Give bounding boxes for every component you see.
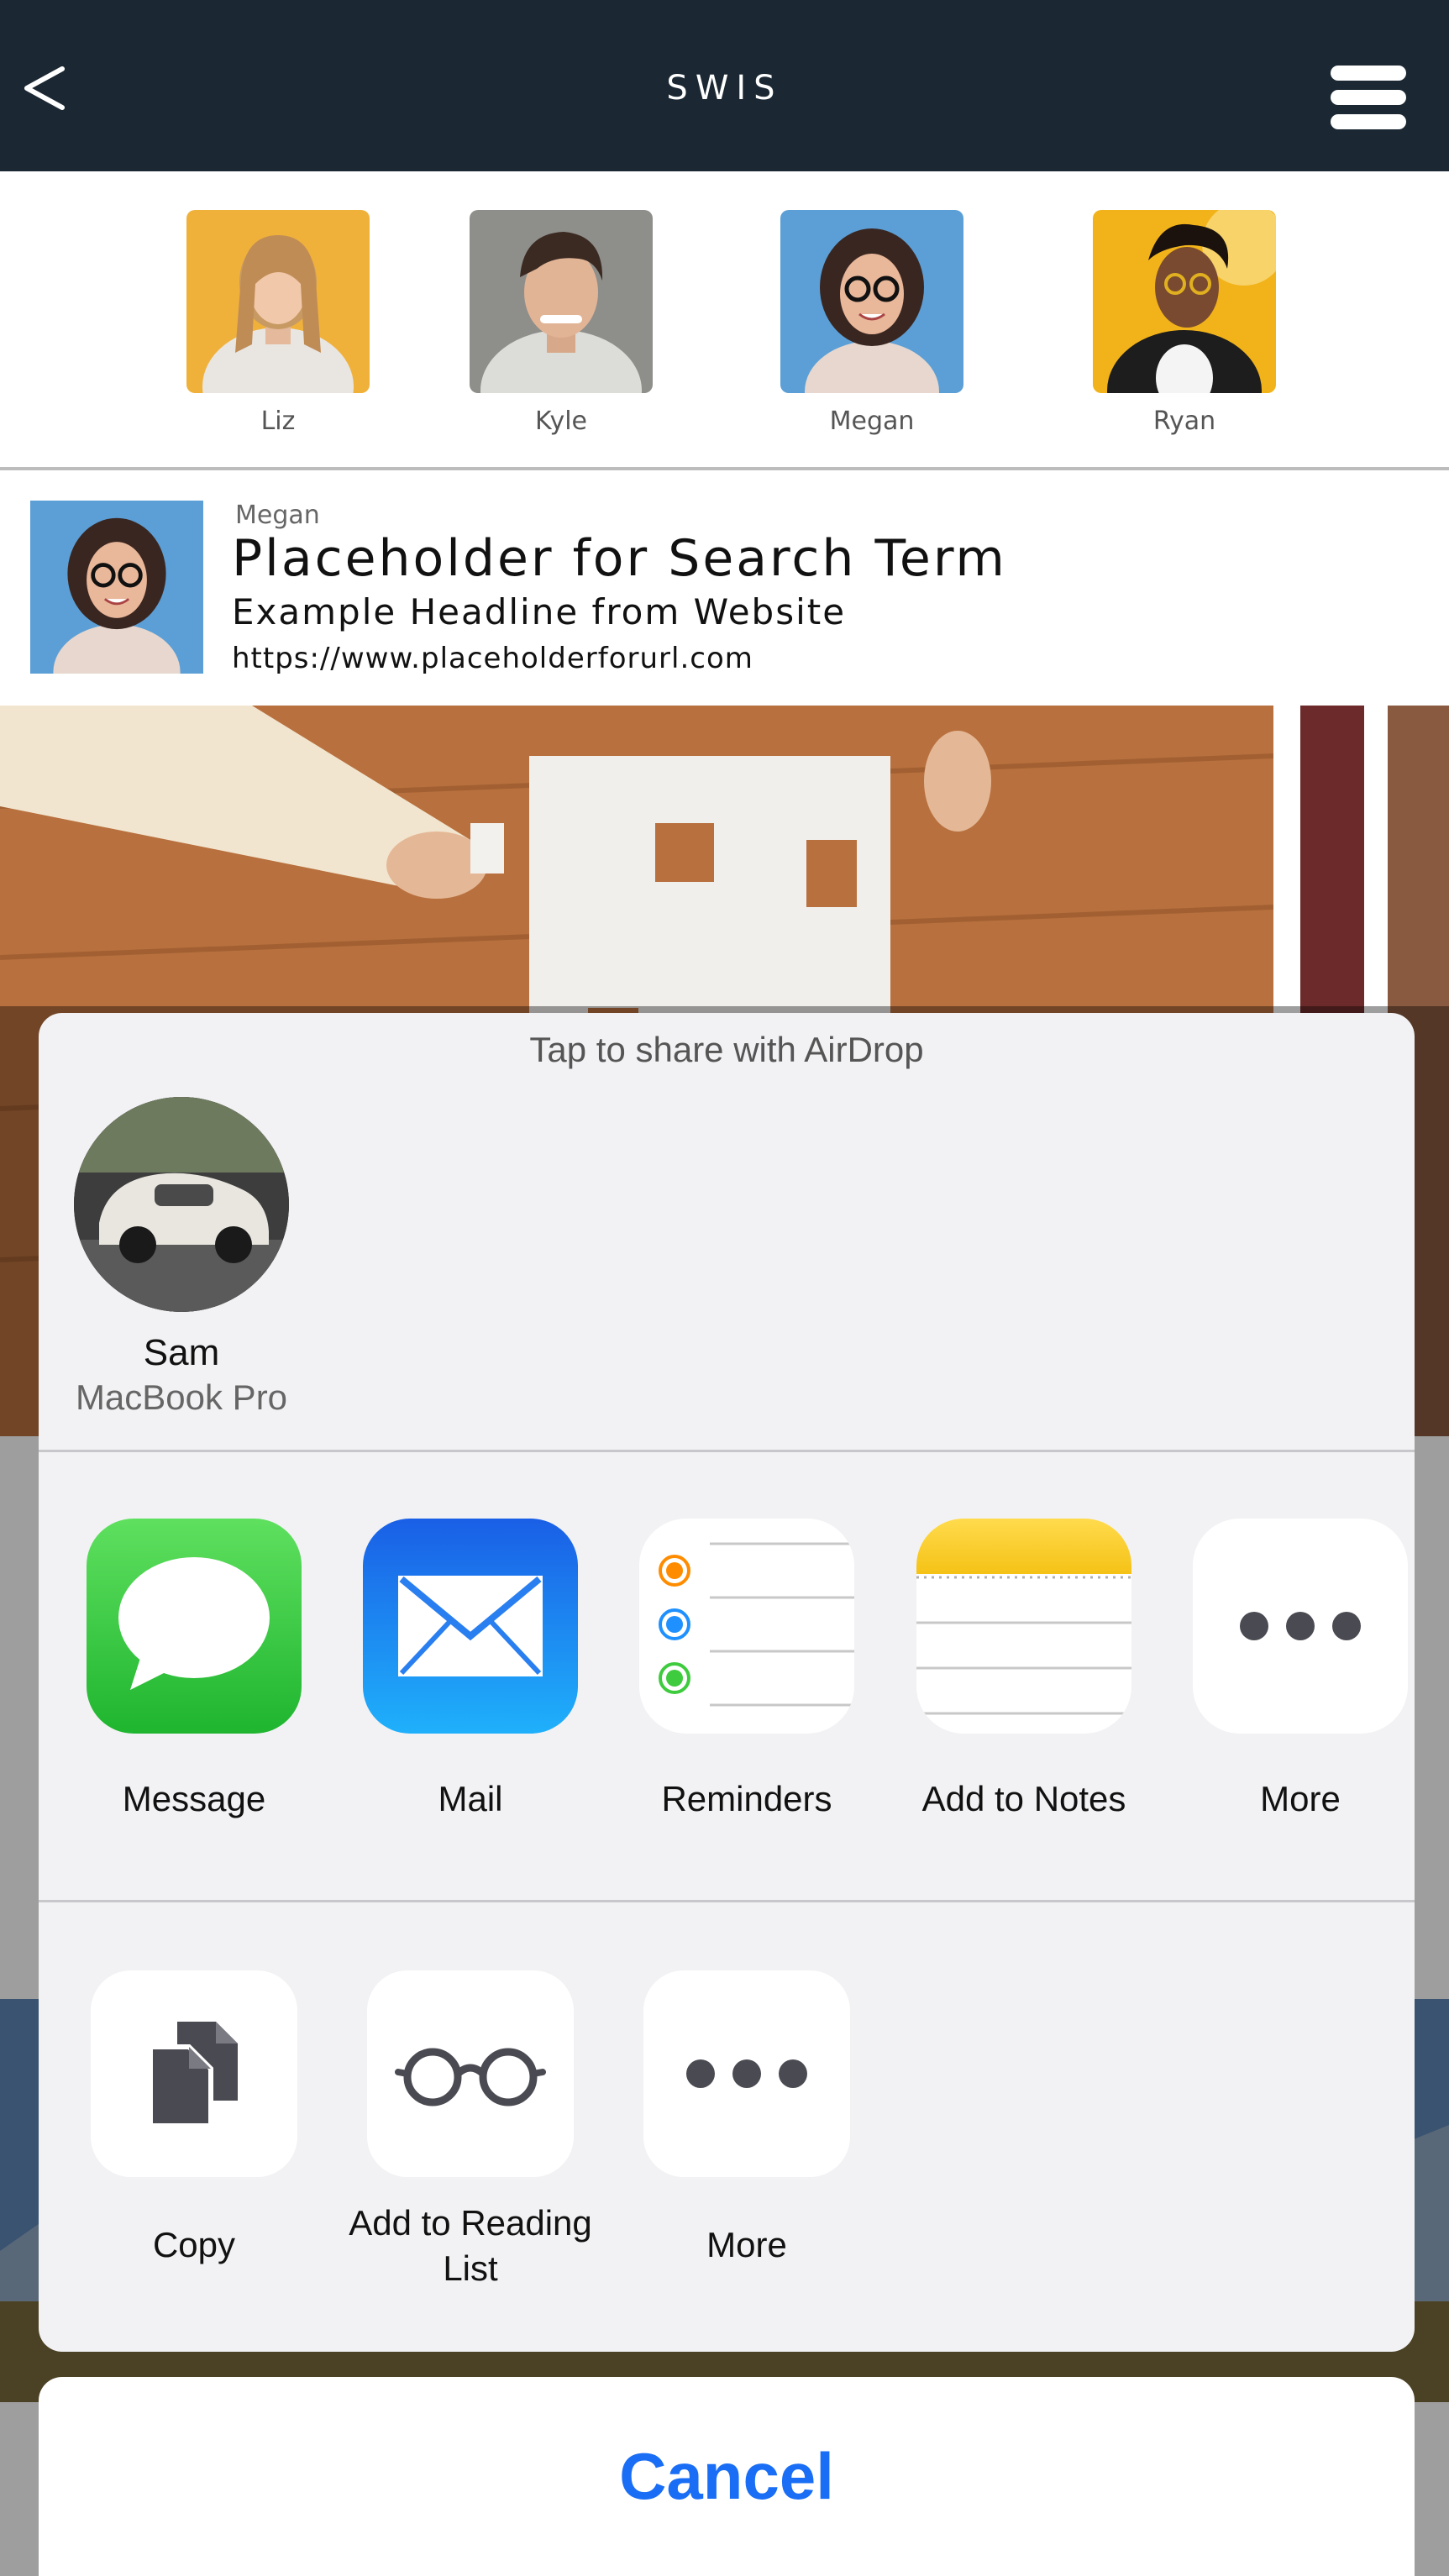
more-icon [643, 1970, 850, 2177]
hamburger-line [1331, 90, 1406, 105]
result-headline: Example Headline from Website [232, 591, 847, 632]
share-app-notes[interactable]: Add to Notes [898, 1519, 1150, 1819]
result-search-term: Placeholder for Search Term [232, 529, 1007, 588]
avatar [780, 210, 963, 393]
search-result-card[interactable]: Megan Placeholder for Search Term Exampl… [0, 470, 1449, 706]
cancel-button[interactable]: Cancel [39, 2377, 1415, 2576]
action-label: Add to Reading List [349, 2203, 592, 2288]
action-add-to-reading-list[interactable]: Add to Reading List [344, 1970, 596, 2291]
contact-megan[interactable]: Megan [780, 210, 964, 436]
contact-name: Liz [260, 407, 296, 436]
message-icon [87, 1519, 302, 1734]
airdrop-device-sam[interactable]: Sam MacBook Pro [64, 1097, 299, 1418]
glasses-icon [367, 1970, 574, 2177]
contact-name: Kyle [534, 407, 588, 436]
device-avatar [74, 1097, 289, 1312]
result-url[interactable]: https://www.placeholderforurl.com [232, 642, 753, 675]
contact-ryan[interactable]: Ryan [1092, 210, 1277, 436]
share-app-label: Reminders [661, 1779, 832, 1818]
share-app-label: Message [122, 1779, 266, 1818]
share-app-label: Mail [438, 1779, 503, 1818]
avatar [1093, 210, 1276, 393]
section-divider [39, 1450, 1415, 1452]
action-copy[interactable]: Copy [68, 1970, 320, 2268]
share-app-label: More [1260, 1779, 1341, 1818]
action-label: Copy [152, 2225, 236, 2264]
share-sheet: Tap to share with AirDrop Sam MacBook Pr… [39, 1013, 1415, 2352]
action-more[interactable]: More [621, 1970, 873, 2268]
hamburger-icon [1331, 66, 1406, 81]
result-author: Megan [235, 501, 320, 530]
avatar [186, 210, 370, 393]
contact-liz[interactable]: Liz [186, 210, 370, 436]
device-name: Sam [143, 1332, 220, 1373]
section-divider [39, 1900, 1415, 1902]
device-model: MacBook Pro [75, 1377, 288, 1417]
action-label: More [706, 2225, 787, 2264]
mail-icon [363, 1519, 578, 1734]
result-author-avatar [30, 501, 203, 674]
share-app-message[interactable]: Message [68, 1519, 320, 1819]
more-icon [1193, 1519, 1408, 1734]
copy-icon [91, 1970, 297, 2177]
menu-button[interactable] [1331, 66, 1406, 129]
share-app-reminders[interactable]: Reminders [621, 1519, 873, 1819]
avatar [470, 210, 653, 393]
share-app-more[interactable]: More [1174, 1519, 1415, 1819]
reminders-icon [639, 1519, 854, 1734]
hamburger-line [1331, 114, 1406, 129]
share-app-label: Add to Notes [921, 1779, 1126, 1818]
app-title: SWIS [666, 69, 783, 108]
contacts-strip: Liz Kyle Megan Ryan [0, 171, 1449, 470]
contact-kyle[interactable]: Kyle [469, 210, 654, 436]
contact-name: Ryan [1152, 407, 1216, 436]
airdrop-title: Tap to share with AirDrop [529, 1030, 924, 1069]
contact-name: Megan [829, 407, 915, 436]
top-navbar: SWIS [0, 0, 1449, 171]
notes-icon [916, 1519, 1131, 1734]
share-app-mail[interactable]: Mail [344, 1519, 596, 1819]
